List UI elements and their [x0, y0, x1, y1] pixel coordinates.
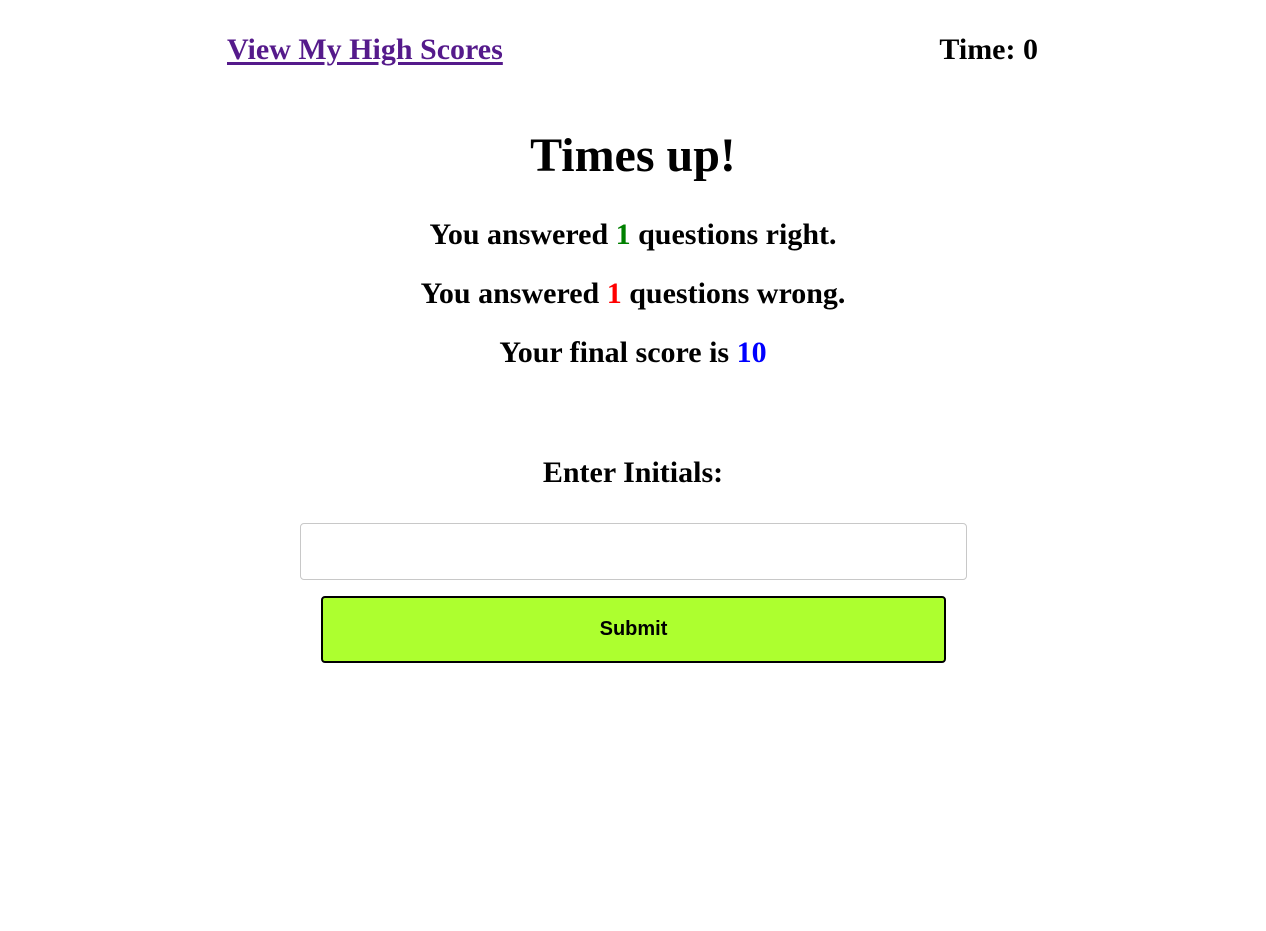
- initials-input[interactable]: [300, 523, 967, 580]
- right-answers-count: 1: [615, 218, 631, 251]
- final-score-prefix: Your final score is: [499, 336, 737, 369]
- right-answers-prefix: You answered: [429, 218, 616, 251]
- final-score-value: 10: [736, 336, 767, 369]
- right-answers-suffix: questions right.: [630, 218, 837, 251]
- timer-value: 0: [1023, 33, 1038, 66]
- page-title: Times up!: [530, 129, 736, 182]
- wrong-answers-prefix: You answered: [420, 277, 607, 310]
- wrong-answers-suffix: questions wrong.: [621, 277, 846, 310]
- right-answers-line: You answered 1 questions right.: [0, 217, 1266, 253]
- wrong-answers-line: You answered 1 questions wrong.: [0, 276, 1266, 312]
- timer-display: Time: 0: [939, 31, 1038, 69]
- submit-button[interactable]: Submit: [321, 596, 946, 663]
- view-high-scores-link[interactable]: View My High Scores: [227, 31, 503, 69]
- final-score-line: Your final score is 10: [0, 335, 1266, 371]
- wrong-answers-count: 1: [606, 277, 622, 310]
- timer-label: Time:: [939, 33, 1023, 66]
- initials-label: Enter Initials:: [542, 456, 724, 489]
